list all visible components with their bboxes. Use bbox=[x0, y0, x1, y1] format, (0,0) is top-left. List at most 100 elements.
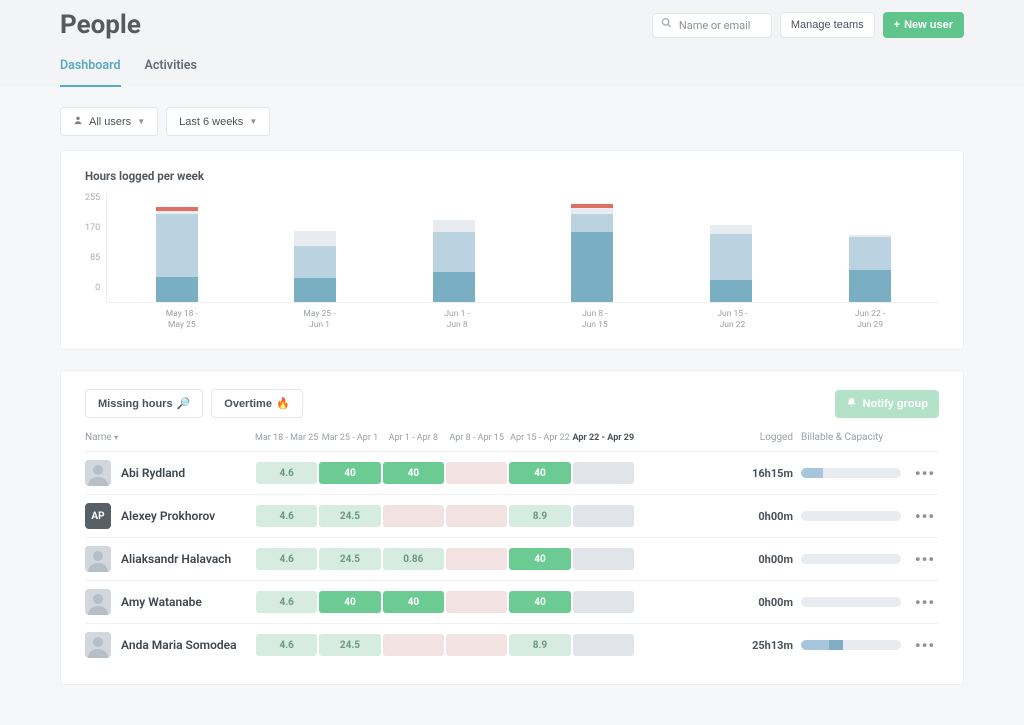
week-cell[interactable]: 40 bbox=[509, 591, 570, 613]
missing-hours-button[interactable]: Missing hours 🔎 bbox=[85, 389, 203, 418]
bar-x-label: May 25 -Jun 1 bbox=[284, 309, 354, 331]
table-header: Name ▾ Mar 18 - Mar 25Mar 25 - Apr 1Apr … bbox=[85, 432, 939, 451]
bar-segment bbox=[849, 237, 891, 270]
week-cell[interactable]: 8.9 bbox=[509, 505, 570, 527]
week-cell[interactable]: 4.6 bbox=[256, 505, 317, 527]
week-cell[interactable]: 40 bbox=[383, 462, 444, 484]
week-cell[interactable] bbox=[573, 591, 634, 613]
bar-segment bbox=[433, 272, 475, 302]
table-row: Amy Watanabe4.64040400h00m••• bbox=[85, 580, 939, 623]
tab-dashboard[interactable]: Dashboard bbox=[60, 58, 121, 87]
person-name[interactable]: Aliaksandr Halavach bbox=[121, 552, 231, 566]
week-cell[interactable]: 40 bbox=[319, 462, 380, 484]
row-menu-button[interactable]: ••• bbox=[911, 507, 939, 526]
week-cell[interactable]: 24.5 bbox=[319, 548, 380, 570]
table-body: Abi Rydland4.640404016h15m•••APAlexey Pr… bbox=[85, 451, 939, 666]
week-cell[interactable] bbox=[573, 634, 634, 656]
bar-x-label: Jun 15 -Jun 22 bbox=[697, 309, 767, 331]
row-menu-button[interactable]: ••• bbox=[911, 593, 939, 612]
y-tick: 170 bbox=[85, 223, 100, 233]
manage-teams-button[interactable]: Manage teams bbox=[780, 12, 875, 38]
week-cell[interactable] bbox=[573, 548, 634, 570]
week-cell[interactable]: 0.86 bbox=[383, 548, 444, 570]
table-row: APAlexey Prokhorov4.624.58.90h00m••• bbox=[85, 494, 939, 537]
filter-users-button[interactable]: All users ▼ bbox=[60, 107, 158, 136]
week-cell[interactable] bbox=[573, 505, 634, 527]
overtime-button[interactable]: Overtime 🔥 bbox=[211, 389, 302, 418]
person-name[interactable]: Anda Maria Somodea bbox=[121, 638, 237, 652]
week-cell[interactable]: 4.6 bbox=[256, 591, 317, 613]
bar-segment bbox=[571, 214, 613, 232]
filter-users-label: All users bbox=[89, 116, 131, 128]
capacity-bar bbox=[801, 468, 901, 478]
week-cell[interactable]: 24.5 bbox=[319, 634, 380, 656]
chart-card: Hours logged per week 255170850 May 18 -… bbox=[60, 150, 964, 350]
week-header: Apr 22 - Apr 29 bbox=[572, 433, 635, 443]
week-cell[interactable]: 4.6 bbox=[256, 548, 317, 570]
chart-x-labels: May 18 -May 25May 25 -Jun 1Jun 1 -Jun 8J… bbox=[113, 303, 939, 331]
week-cell[interactable] bbox=[446, 548, 507, 570]
row-menu-button[interactable]: ••• bbox=[911, 464, 939, 483]
week-cell[interactable]: 40 bbox=[509, 462, 570, 484]
page-title: People bbox=[60, 10, 141, 40]
col-header-name[interactable]: Name ▾ bbox=[85, 432, 255, 443]
user-icon bbox=[73, 115, 83, 128]
week-header: Apr 8 - Apr 15 bbox=[445, 433, 508, 443]
people-card: Missing hours 🔎 Overtime 🔥 Notify group bbox=[60, 370, 964, 685]
week-cell[interactable] bbox=[446, 634, 507, 656]
bell-icon bbox=[846, 397, 857, 411]
week-cell[interactable] bbox=[573, 462, 634, 484]
week-cell[interactable]: 8.9 bbox=[509, 634, 570, 656]
bar-segment bbox=[156, 214, 198, 277]
person-name[interactable]: Alexey Prokhorov bbox=[121, 509, 215, 523]
logged-value: 0h00m bbox=[758, 553, 793, 566]
week-cell[interactable]: 40 bbox=[383, 591, 444, 613]
row-menu-button[interactable]: ••• bbox=[911, 550, 939, 569]
bar-segment bbox=[294, 231, 336, 246]
search-input[interactable]: Name or email bbox=[652, 13, 772, 38]
bar-segment bbox=[294, 246, 336, 278]
week-cell[interactable] bbox=[446, 462, 507, 484]
person-name[interactable]: Abi Rydland bbox=[121, 466, 185, 480]
avatar[interactable] bbox=[85, 460, 111, 486]
person-name[interactable]: Amy Watanabe bbox=[121, 595, 202, 609]
table-row: Anda Maria Somodea4.624.58.925h13m••• bbox=[85, 623, 939, 666]
search-placeholder: Name or email bbox=[679, 19, 751, 32]
chart-y-axis: 255170850 bbox=[85, 193, 106, 293]
chevron-down-icon: ▼ bbox=[137, 117, 145, 126]
capacity-bar bbox=[801, 511, 901, 521]
week-header: Mar 18 - Mar 25 bbox=[255, 433, 318, 443]
chevron-down-icon: ▼ bbox=[249, 117, 257, 126]
header-actions: Name or email Manage teams + New user bbox=[652, 12, 964, 38]
avatar[interactable]: AP bbox=[85, 503, 111, 529]
week-cell[interactable]: 24.5 bbox=[319, 505, 380, 527]
overtime-label: Overtime bbox=[224, 398, 272, 410]
avatar[interactable] bbox=[85, 589, 111, 615]
week-cell[interactable] bbox=[383, 505, 444, 527]
bar-segment bbox=[156, 277, 198, 302]
y-tick: 0 bbox=[85, 283, 100, 293]
week-cell[interactable] bbox=[446, 591, 507, 613]
plus-icon: + bbox=[894, 19, 900, 31]
week-cell[interactable] bbox=[446, 505, 507, 527]
chart-bars bbox=[106, 193, 939, 303]
bar-segment bbox=[294, 278, 336, 302]
bar-segment bbox=[710, 225, 752, 233]
week-cell[interactable]: 40 bbox=[509, 548, 570, 570]
week-cell[interactable] bbox=[383, 634, 444, 656]
capacity-bar bbox=[801, 554, 901, 564]
week-cell[interactable]: 4.6 bbox=[256, 462, 317, 484]
search-icon bbox=[661, 17, 672, 31]
filter-range-button[interactable]: Last 6 weeks ▼ bbox=[166, 107, 270, 136]
row-menu-button[interactable]: ••• bbox=[911, 636, 939, 655]
new-user-button[interactable]: + New user bbox=[883, 12, 964, 38]
avatar[interactable] bbox=[85, 546, 111, 572]
week-cell[interactable]: 4.6 bbox=[256, 634, 317, 656]
tabs: Dashboard Activities bbox=[0, 40, 1024, 87]
tab-activities[interactable]: Activities bbox=[145, 58, 197, 87]
bar-x-label: Jun 8 -Jun 15 bbox=[560, 309, 630, 331]
avatar[interactable] bbox=[85, 632, 111, 658]
bar-segment bbox=[849, 270, 891, 302]
notify-group-button[interactable]: Notify group bbox=[835, 390, 939, 418]
week-cell[interactable]: 40 bbox=[319, 591, 380, 613]
